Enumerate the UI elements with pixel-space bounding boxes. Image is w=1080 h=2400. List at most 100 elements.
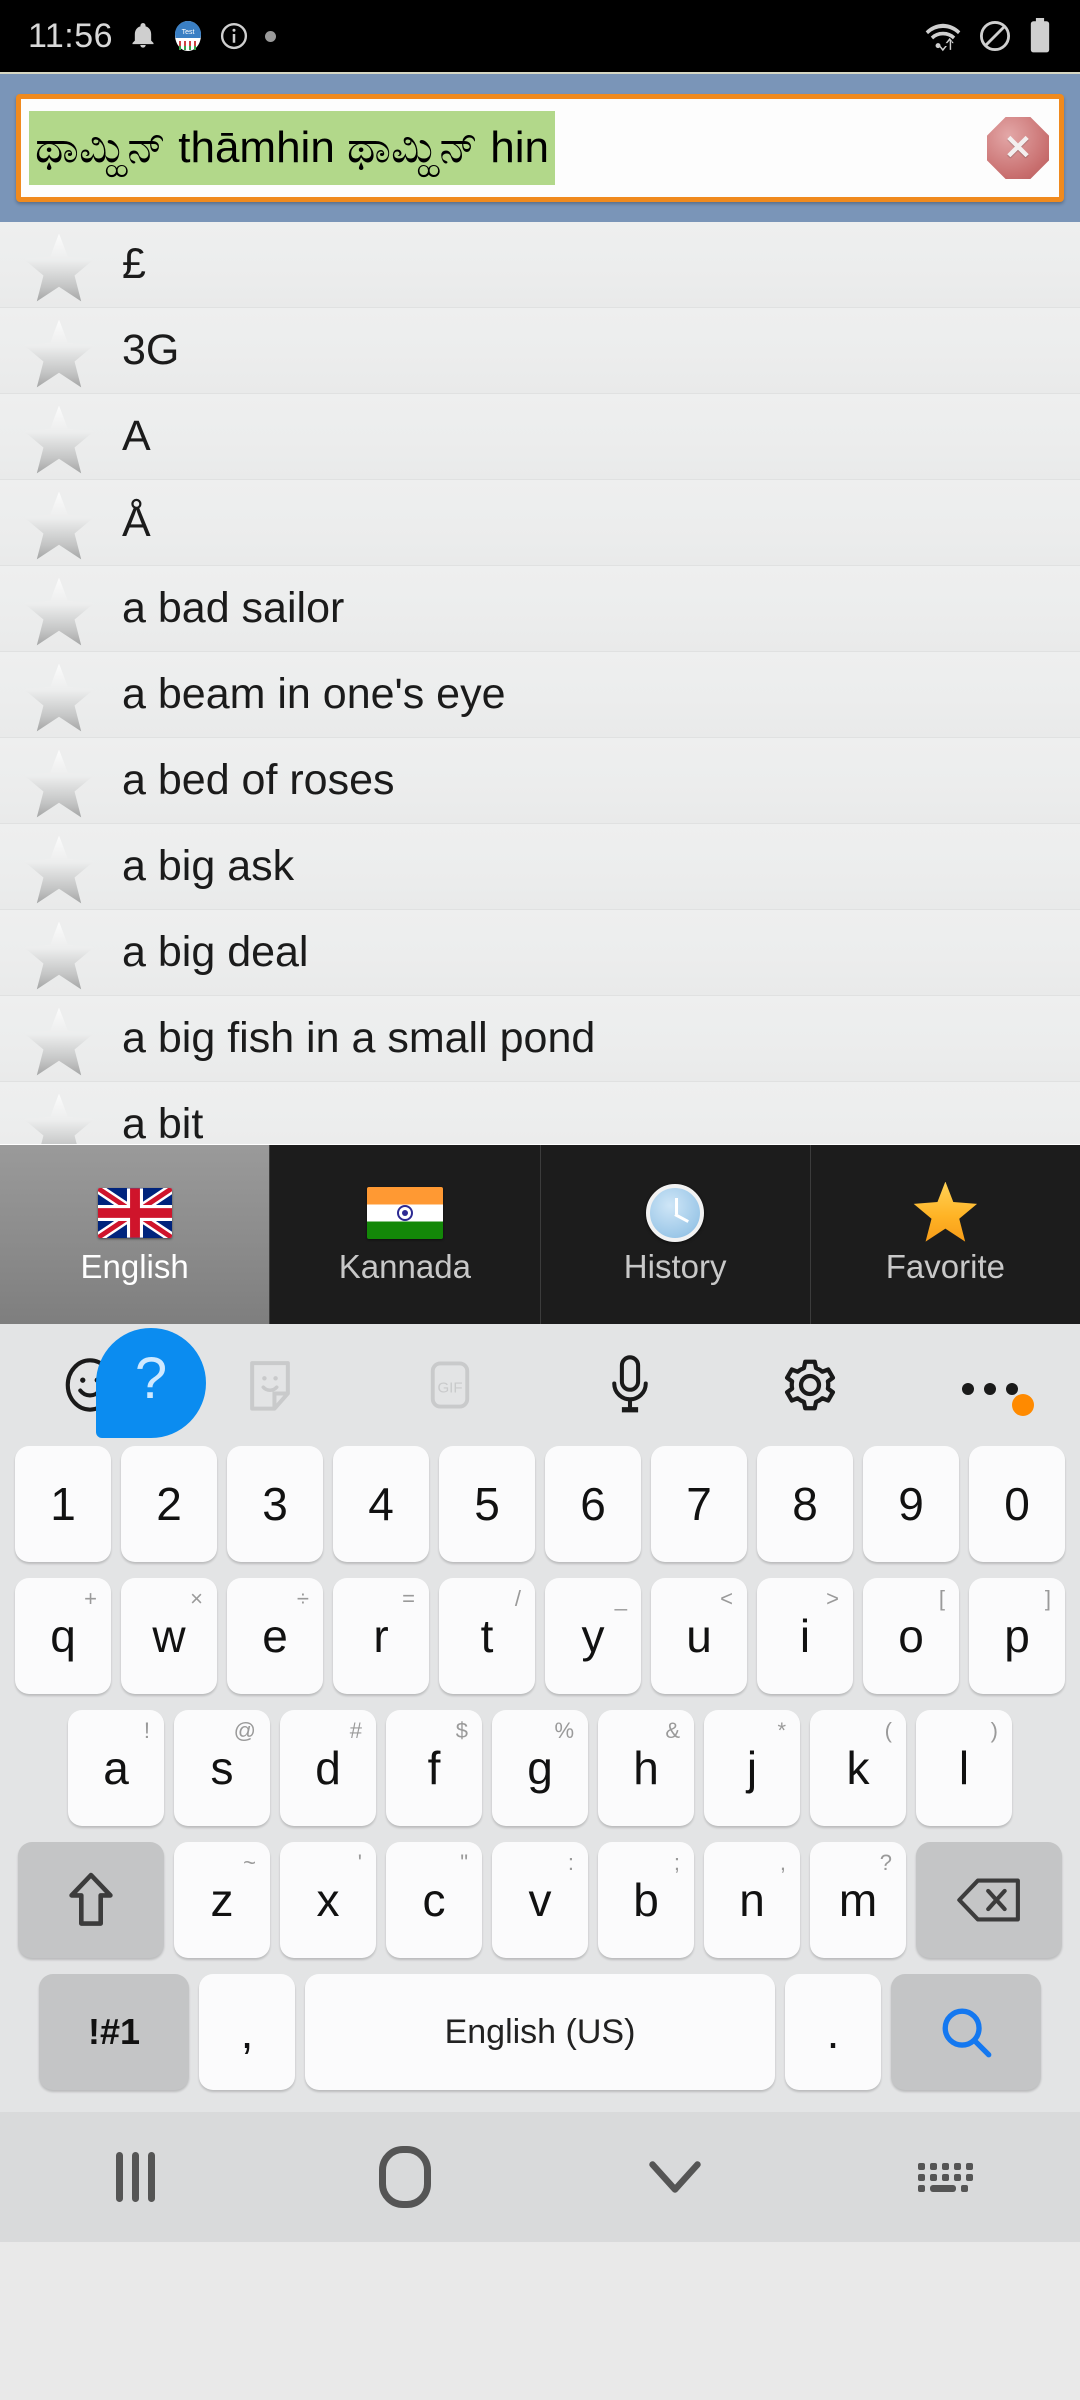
key-t[interactable]: / t xyxy=(439,1578,535,1694)
wifi-icon xyxy=(924,20,962,52)
key-1[interactable]: 1 xyxy=(15,1446,111,1562)
key-3[interactable]: 3 xyxy=(227,1446,323,1562)
star-outline-icon[interactable] xyxy=(22,921,96,990)
key-6[interactable]: 6 xyxy=(545,1446,641,1562)
software-keyboard[interactable]: GIF 1234567890 + q × w ÷ e = r / t _ y < u > i[o] p ! a @ s… xyxy=(0,1324,1080,2112)
language-tab-bar[interactable]: English Kannada History Favorite xyxy=(0,1144,1080,1324)
key-p[interactable]: ] p xyxy=(969,1578,1065,1694)
star-outline-icon[interactable] xyxy=(22,835,96,904)
key-s[interactable]: @ s xyxy=(174,1710,270,1826)
hide-keyboard-button[interactable] xyxy=(540,2157,810,2197)
star-outline-icon[interactable] xyxy=(22,749,96,818)
key-label: x xyxy=(316,1874,340,1926)
key-a[interactable]: ! a xyxy=(68,1710,164,1826)
key-label: l xyxy=(958,1742,970,1794)
word-list-item[interactable]: £ xyxy=(0,222,1080,308)
search-text-wrapper[interactable]: ಥಾಮ್ಹಿನ್ thāmhin ಥಾಮ್ಹಿನ್ hin xyxy=(29,111,981,185)
key-b[interactable]: ; b xyxy=(598,1842,694,1958)
period-key[interactable]: . xyxy=(785,1974,881,2090)
key-m[interactable]: ? m xyxy=(810,1842,906,1958)
key-9[interactable]: 9 xyxy=(863,1446,959,1562)
tab-kannada[interactable]: Kannada xyxy=(270,1145,541,1324)
key-8[interactable]: 8 xyxy=(757,1446,853,1562)
tab-english[interactable]: English xyxy=(0,1145,271,1324)
key-f[interactable]: $ f xyxy=(386,1710,482,1826)
key-n[interactable]: ,n xyxy=(704,1842,800,1958)
android-nav-bar[interactable] xyxy=(0,2112,1080,2242)
key-c[interactable]: " c xyxy=(386,1842,482,1958)
key-y[interactable]: _ y xyxy=(545,1578,641,1694)
key-g[interactable]: % g xyxy=(492,1710,588,1826)
word-list[interactable]: £3G A Åa bad sailor a beam in one's eye a be… xyxy=(0,222,1080,1144)
word-list-item-label: a beam in one's eye xyxy=(122,670,506,718)
key-u[interactable]: < u xyxy=(651,1578,747,1694)
tab-favorite[interactable]: Favorite xyxy=(810,1145,1080,1324)
more-options-icon[interactable] xyxy=(900,1372,1080,1416)
clear-octagon-icon[interactable] xyxy=(987,117,1049,179)
key-i[interactable]: > i xyxy=(757,1578,853,1694)
key-h[interactable]: & h xyxy=(598,1710,694,1826)
clear-search-button[interactable] xyxy=(987,117,1049,179)
star-outline-icon[interactable] xyxy=(22,233,96,302)
word-list-item[interactable]: a big deal xyxy=(0,910,1080,996)
key-j[interactable]: * j xyxy=(704,1710,800,1826)
key-label: y xyxy=(581,1610,605,1662)
key-w[interactable]: × w xyxy=(121,1578,217,1694)
keyboard-switch-button[interactable] xyxy=(810,2162,1080,2192)
word-list-item[interactable]: A xyxy=(0,394,1080,480)
key-x[interactable]: ' x xyxy=(280,1842,376,1958)
star-outline-icon[interactable] xyxy=(22,491,96,560)
word-list-item[interactable]: a big ask xyxy=(0,824,1080,910)
key-v[interactable]: :v xyxy=(492,1842,588,1958)
keyboard-row-bottom[interactable]: !#1 , English (US) . xyxy=(6,1974,1074,2090)
backspace-key[interactable] xyxy=(916,1842,1062,1958)
key-0[interactable]: 0 xyxy=(969,1446,1065,1562)
star-outline-icon[interactable] xyxy=(22,1093,96,1144)
star-outline-icon[interactable] xyxy=(22,319,96,388)
key-r[interactable]: = r xyxy=(333,1578,429,1694)
keyboard-row-a[interactable]: ! a @ s # d $ f% g & h * j(k) l xyxy=(6,1710,1074,1826)
space-key[interactable]: English (US) xyxy=(305,1974,775,2090)
star-outline-icon[interactable] xyxy=(22,405,96,474)
symbols-key[interactable]: !#1 xyxy=(39,1974,189,2090)
sticker-icon[interactable] xyxy=(180,1356,360,1414)
shift-key[interactable] xyxy=(18,1842,164,1958)
keyboard-row-numbers[interactable]: 1 2 3 4 5 6 7 8 9 0 xyxy=(6,1446,1074,1562)
word-list-item[interactable]: a beam in one's eye xyxy=(0,652,1080,738)
microphone-icon[interactable] xyxy=(540,1354,720,1416)
key-z[interactable]: ~ z xyxy=(174,1842,270,1958)
search-input[interactable]: ಥಾಮ್ಹಿನ್ thāmhin ಥಾಮ್ಹಿನ್ hin xyxy=(16,94,1064,202)
star-outline-icon[interactable] xyxy=(22,577,96,646)
key-5[interactable]: 5 xyxy=(439,1446,535,1562)
key-o[interactable]: [o xyxy=(863,1578,959,1694)
word-list-item[interactable]: a big fish in a small pond xyxy=(0,996,1080,1082)
keyboard-row-q[interactable]: + q × w ÷ e = r / t _ y < u > i[o] p xyxy=(6,1578,1074,1694)
star-outline-icon[interactable] xyxy=(22,663,96,732)
key-4[interactable]: 4 xyxy=(333,1446,429,1562)
gif-icon[interactable]: GIF xyxy=(360,1356,540,1414)
word-list-item[interactable]: 3G xyxy=(0,308,1080,394)
key-q[interactable]: + q xyxy=(15,1578,111,1694)
keyboard-row-z[interactable]: ~ z ' x " c: v; b, n? m xyxy=(6,1842,1074,1958)
word-list-item[interactable]: a bad sailor xyxy=(0,566,1080,652)
recents-button[interactable] xyxy=(0,2152,270,2202)
home-button[interactable] xyxy=(270,2146,540,2208)
star-outline-icon[interactable] xyxy=(22,1007,96,1076)
search-key[interactable] xyxy=(891,1974,1041,2090)
settings-gear-icon[interactable] xyxy=(720,1355,900,1415)
comma-key[interactable]: , xyxy=(199,1974,295,2090)
bell-icon xyxy=(129,21,157,51)
tab-history[interactable]: History xyxy=(540,1145,811,1324)
key-l[interactable]: ) l xyxy=(916,1710,1012,1826)
word-list-item[interactable]: Å xyxy=(0,480,1080,566)
help-bubble[interactable]: ? xyxy=(96,1328,206,1438)
keyboard-rows[interactable]: 1234567890 + q × w ÷ e = r / t _ y < u > i[o] p ! a @ s # d $ f… xyxy=(0,1446,1080,2090)
key-2[interactable]: 2 xyxy=(121,1446,217,1562)
word-list-item[interactable]: a bit xyxy=(0,1082,1080,1144)
key-label: u xyxy=(686,1610,712,1662)
key-d[interactable]: # d xyxy=(280,1710,376,1826)
word-list-item[interactable]: a bed of roses xyxy=(0,738,1080,824)
key-e[interactable]: ÷ e xyxy=(227,1578,323,1694)
key-k[interactable]: (k xyxy=(810,1710,906,1826)
key-7[interactable]: 7 xyxy=(651,1446,747,1562)
